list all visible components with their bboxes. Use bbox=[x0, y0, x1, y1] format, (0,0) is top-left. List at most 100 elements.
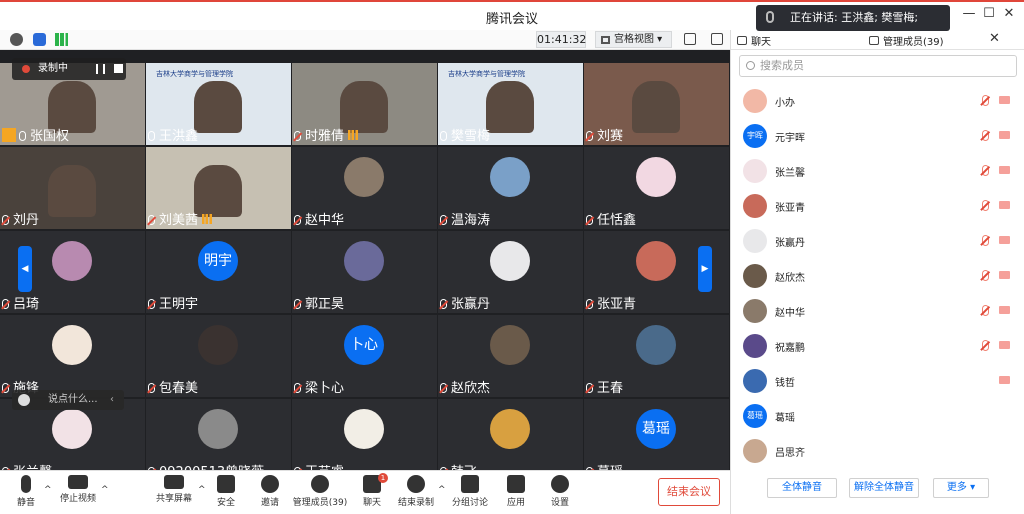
camera-off-icon[interactable] bbox=[999, 341, 1010, 349]
member-row[interactable]: 赵欣杰 bbox=[731, 259, 1024, 294]
participant-tile[interactable]: 刘美茜 bbox=[146, 147, 291, 229]
camera-off-icon[interactable] bbox=[999, 166, 1010, 174]
speaking-text: 正在讲话: 王洪鑫; 樊雪梅; bbox=[790, 11, 919, 24]
participant-name: 赵中华 bbox=[305, 213, 345, 228]
member-name: 元宇晖 bbox=[775, 133, 805, 144]
avatar bbox=[52, 241, 92, 281]
participant-tile[interactable]: 张兰馨 bbox=[0, 399, 145, 481]
mic-muted-icon bbox=[586, 215, 593, 225]
minimize-icon[interactable]: — bbox=[958, 6, 980, 21]
emoji-icon[interactable] bbox=[18, 394, 30, 406]
maximize-icon[interactable]: ☐ bbox=[978, 6, 1000, 21]
participant-tile[interactable]: 张赢丹 bbox=[438, 231, 583, 313]
tab-chat[interactable]: 聊天 bbox=[737, 33, 771, 48]
member-row[interactable]: 祝嘉鹏 bbox=[731, 329, 1024, 364]
close-panel-icon[interactable]: ✕ bbox=[989, 31, 1000, 46]
avatar bbox=[743, 89, 767, 113]
member-name: 小办 bbox=[775, 98, 795, 109]
participant-tile[interactable]: 包春美 bbox=[146, 315, 291, 397]
member-row[interactable]: 张赢丹 bbox=[731, 224, 1024, 259]
mic-muted-icon[interactable] bbox=[982, 270, 989, 281]
participant-tile[interactable]: 葛瑶葛瑶 bbox=[584, 399, 729, 481]
settings-button[interactable]: 设置 bbox=[530, 475, 590, 508]
pause-recording-icon[interactable] bbox=[96, 64, 105, 74]
participant-tile[interactable]: 施锋 bbox=[0, 315, 145, 397]
speaking-indicator: 正在讲话: 王洪鑫; 樊雪梅; bbox=[756, 5, 950, 31]
add-user-icon bbox=[261, 475, 279, 493]
stop-recording-button[interactable]: 结束录制 bbox=[386, 475, 446, 508]
stop-video-button[interactable]: 停止视频 bbox=[48, 475, 108, 504]
mic-muted-icon[interactable] bbox=[982, 165, 989, 176]
camera-off-icon[interactable] bbox=[999, 131, 1010, 139]
unmute-all-button[interactable]: 解除全体静音 bbox=[849, 478, 919, 498]
member-name: 张兰馨 bbox=[775, 168, 805, 179]
avatar bbox=[490, 241, 530, 281]
mute-all-button[interactable]: 全体静音 bbox=[767, 478, 837, 498]
network-signal-icon[interactable] bbox=[55, 33, 68, 46]
info-icon[interactable] bbox=[10, 33, 23, 46]
member-row[interactable]: 张亚青 bbox=[731, 189, 1024, 224]
participant-tile[interactable]: 王春 bbox=[584, 315, 729, 397]
member-row[interactable]: 葛瑶 葛瑶 bbox=[731, 399, 1024, 434]
fullscreen-icon[interactable] bbox=[684, 33, 696, 45]
participant-tile[interactable]: 温海涛 bbox=[438, 147, 583, 229]
participant-label: 张赢丹 bbox=[440, 293, 490, 312]
view-mode-button[interactable]: 宫格视图 ▾ bbox=[595, 31, 672, 48]
mic-muted-icon[interactable] bbox=[982, 340, 989, 351]
member-name: 张亚青 bbox=[775, 203, 805, 214]
participant-name: 王明宇 bbox=[159, 297, 199, 312]
collapse-icon[interactable]: ‹ bbox=[110, 390, 114, 410]
participant-label: 刘美茜 bbox=[148, 209, 213, 228]
avatar-initials: 葛瑶 bbox=[636, 409, 676, 449]
mic-muted-icon[interactable] bbox=[982, 305, 989, 316]
more-options-button[interactable]: 更多 ▾ bbox=[933, 478, 989, 498]
participant-tile[interactable]: 王艺睿 bbox=[292, 399, 437, 481]
mic-muted-icon[interactable] bbox=[982, 200, 989, 211]
participant-tile[interactable]: 吉林大学商学与管理学院 樊雪梅 bbox=[438, 63, 583, 145]
camera-off-icon[interactable] bbox=[999, 236, 1010, 244]
participant-video bbox=[48, 165, 96, 217]
participant-tile[interactable]: 明宇 王明宇 bbox=[146, 231, 291, 313]
participant-tile[interactable]: 赵欣杰 bbox=[438, 315, 583, 397]
participant-tile[interactable]: 郭正昊 bbox=[292, 231, 437, 313]
member-row[interactable]: 小办 bbox=[731, 84, 1024, 119]
close-icon[interactable]: ✕ bbox=[998, 6, 1020, 21]
mic-muted-icon[interactable] bbox=[982, 95, 989, 106]
mic-muted-icon[interactable] bbox=[982, 130, 989, 141]
sidebar-toggle-icon[interactable] bbox=[711, 33, 723, 45]
camera-off-icon[interactable] bbox=[999, 201, 1010, 209]
participant-tile[interactable]: 赵中华 bbox=[292, 147, 437, 229]
stop-recording-icon[interactable] bbox=[114, 64, 123, 73]
participant-tile[interactable]: 韩飞 bbox=[438, 399, 583, 481]
next-page-button[interactable]: ▶ bbox=[698, 246, 712, 292]
end-meeting-button[interactable]: 结束会议 bbox=[658, 478, 720, 506]
share-screen-button[interactable]: 共享屏幕 bbox=[144, 475, 204, 504]
participant-tile[interactable]: 吉林大学商学与管理学院 王洪鑫 bbox=[146, 63, 291, 145]
participant-tile[interactable]: 刘赛 bbox=[584, 63, 729, 145]
participant-label: 张亚青 bbox=[586, 293, 636, 312]
mic-muted-icon[interactable] bbox=[982, 235, 989, 246]
search-members-input[interactable]: 搜索成员 bbox=[739, 55, 1017, 77]
previous-page-button[interactable]: ◀ bbox=[18, 246, 32, 292]
member-row[interactable]: 吕思齐 bbox=[731, 434, 1024, 469]
participant-tile[interactable]: 任恬鑫 bbox=[584, 147, 729, 229]
participant-label: 梁卜心 bbox=[294, 377, 344, 396]
participant-name: 张赢丹 bbox=[451, 297, 491, 312]
quick-chat-input[interactable]: 说点什么... ‹ bbox=[12, 390, 124, 410]
member-row[interactable]: 张兰馨 bbox=[731, 154, 1024, 189]
tab-members[interactable]: 管理成员(39) bbox=[869, 33, 944, 48]
camera-off-icon[interactable] bbox=[999, 271, 1010, 279]
camera-off-icon[interactable] bbox=[999, 96, 1010, 104]
member-row[interactable]: 宇晖 元宇晖 bbox=[731, 119, 1024, 154]
video-options-caret[interactable]: ^ bbox=[101, 485, 109, 495]
shield-icon[interactable] bbox=[33, 33, 46, 46]
participant-tile[interactable]: 卜心 梁卜心 bbox=[292, 315, 437, 397]
participant-tile[interactable]: 刘丹 bbox=[0, 147, 145, 229]
avatar bbox=[743, 264, 767, 288]
camera-off-icon[interactable] bbox=[999, 376, 1010, 384]
member-row[interactable]: 钱哲 bbox=[731, 364, 1024, 399]
member-row[interactable]: 赵中华 bbox=[731, 294, 1024, 329]
participant-tile[interactable]: 09200513曾晓薇 bbox=[146, 399, 291, 481]
participant-tile[interactable]: 时雅倩 bbox=[292, 63, 437, 145]
camera-off-icon[interactable] bbox=[999, 306, 1010, 314]
